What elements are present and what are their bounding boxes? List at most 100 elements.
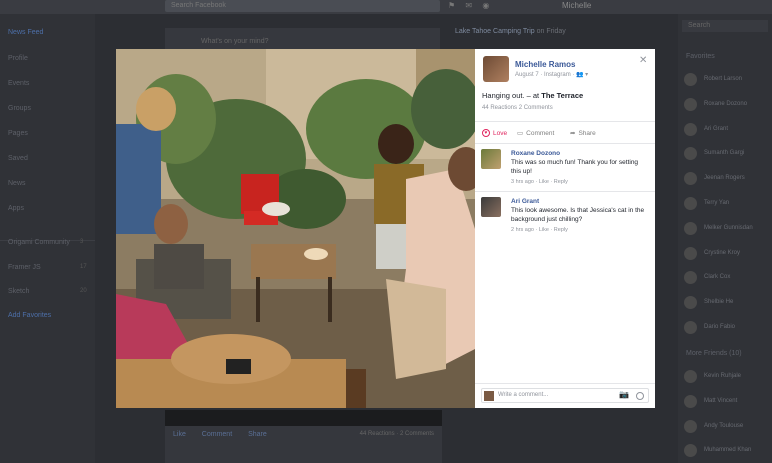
- contact-avatar: [684, 172, 697, 186]
- notification-icons[interactable]: ⚑ ✉ ◉: [448, 1, 493, 10]
- group-origami[interactable]: Origami Community: [8, 239, 70, 246]
- nav-events[interactable]: Events: [8, 80, 29, 87]
- comment-button[interactable]: ▭ Comment: [517, 129, 554, 138]
- comment-input[interactable]: Write a comment... 📷: [481, 388, 649, 403]
- contact-item[interactable]: Terry Yan: [684, 197, 770, 211]
- contact-item[interactable]: Melker Gunnisdan: [684, 221, 770, 236]
- nav-pages[interactable]: Pages: [8, 130, 28, 137]
- contact-item[interactable]: Dario Fabio: [684, 321, 770, 335]
- chat-search-input[interactable]: Search: [682, 20, 768, 32]
- location-link[interactable]: The Terrace: [541, 91, 583, 100]
- contact-name: Terry Yan: [704, 200, 730, 206]
- contact-item[interactable]: Roxane Dozono: [684, 97, 770, 112]
- contact-name: Matt Vincent: [704, 397, 738, 404]
- love-button[interactable]: ♥ Love: [482, 129, 507, 137]
- commenter-avatar[interactable]: [481, 149, 501, 169]
- divider: [475, 191, 655, 192]
- heart-icon: ♥: [482, 129, 490, 137]
- search-input[interactable]: Search Facebook: [165, 0, 440, 12]
- comment-icon: ▭: [517, 130, 524, 137]
- contact-avatar: [684, 370, 697, 383]
- like-button[interactable]: Like: [173, 431, 186, 438]
- event-title: Lake Tahoe Camping Trip: [455, 28, 535, 35]
- chat-sidebar: Search Favorites Robert Larson Roxane Doz…: [678, 14, 772, 463]
- contact-name: Dario Fabio: [704, 324, 736, 330]
- comment-text: This was so much fun! Thank you for sett…: [511, 159, 639, 175]
- author-avatar[interactable]: [483, 56, 509, 82]
- comment-item: Roxane Dozono This was so much fun! Than…: [481, 149, 649, 189]
- contact-avatar: [684, 246, 697, 260]
- contact-avatar: [684, 197, 697, 210]
- contact-name: Melker Gunnisdan: [704, 224, 753, 231]
- comment-item: Ari Grant This look awesome. Is that Jes…: [481, 197, 649, 237]
- nav-news[interactable]: News: [8, 180, 26, 187]
- share-button[interactable]: Share: [248, 431, 267, 438]
- contact-item[interactable]: Kevin Ruhjale: [684, 370, 770, 384]
- commenter-avatar[interactable]: [481, 197, 501, 217]
- contact-item[interactable]: Sumanth Gargi: [684, 147, 770, 161]
- nav-apps[interactable]: Apps: [8, 205, 24, 212]
- group-framer[interactable]: Framer JS: [8, 264, 41, 271]
- reaction-stats[interactable]: 44 Reactions 2 Comments: [482, 105, 553, 111]
- audience-icon[interactable]: 👥 ▾: [576, 72, 588, 78]
- contact-item[interactable]: Andy Toulouse: [684, 419, 770, 434]
- emoji-icon[interactable]: [636, 392, 644, 400]
- nav-news-feed[interactable]: News Feed: [8, 29, 43, 36]
- contact-name: Muhammed Khan: [704, 447, 752, 454]
- contact-avatar: [684, 73, 697, 86]
- camera-icon[interactable]: 📷: [619, 390, 629, 399]
- nav-saved[interactable]: Saved: [8, 155, 28, 162]
- add-favorites-link[interactable]: Add Favorites: [8, 312, 51, 319]
- event-suffix: on Friday: [536, 28, 566, 35]
- contact-name: Crystine Kroy: [704, 249, 741, 256]
- contact-item[interactable]: Muhammed Khan: [684, 444, 770, 458]
- share-button[interactable]: ➦ Share: [570, 129, 596, 138]
- nav-groups[interactable]: Groups: [8, 105, 31, 112]
- contact-avatar: [684, 147, 697, 161]
- favorites-heading: Favorites: [686, 53, 715, 60]
- commenter-name[interactable]: Ari Grant: [511, 198, 539, 205]
- author-name[interactable]: Michelle Ramos: [515, 60, 575, 69]
- contact-avatar: [684, 97, 697, 111]
- contact-name: Andy Toulouse: [704, 422, 744, 429]
- comment-meta[interactable]: 2 hrs ago · Like · Reply: [511, 227, 568, 233]
- comment-text: This look awesome. Is that Jessica's cat…: [511, 207, 645, 223]
- contact-item[interactable]: Ari Grant: [684, 122, 770, 137]
- comment-meta[interactable]: 3 hrs ago · Like · Reply: [511, 179, 568, 185]
- post-stats[interactable]: 44 Reactions · 2 Comments: [360, 431, 434, 437]
- contact-name: Roxane Dozono: [704, 100, 748, 107]
- status-text: Hanging out.: [482, 91, 525, 100]
- profile-link[interactable]: Michelle: [562, 1, 591, 10]
- group-count: 3: [80, 239, 84, 245]
- contact-item[interactable]: Shelbie He: [684, 296, 770, 310]
- contact-name: Ari Grant: [704, 125, 729, 132]
- post-actions: Like Comment Share: [173, 431, 281, 438]
- contact-item[interactable]: Crystine Kroy: [684, 246, 770, 261]
- contact-item[interactable]: Clark Cox: [684, 271, 770, 285]
- contact-item[interactable]: Jeenan Rogers: [684, 172, 770, 186]
- contact-avatar: [684, 321, 697, 334]
- event-reminder[interactable]: Lake Tahoe Camping Trip on Friday: [455, 28, 566, 35]
- contact-name: Sumanth Gargi: [704, 150, 745, 157]
- contact-avatar: [684, 444, 697, 458]
- group-count: 17: [80, 264, 87, 270]
- comment-placeholder: Write a comment...: [498, 392, 549, 398]
- feed-post: Like Comment Share 44 Reactions · 2 Comm…: [165, 410, 442, 463]
- divider: [475, 383, 655, 384]
- composer[interactable]: What's on your mind?: [165, 28, 440, 50]
- close-icon[interactable]: ✕: [639, 55, 647, 66]
- contact-avatar: [684, 271, 697, 285]
- comment-button[interactable]: Comment: [202, 431, 232, 438]
- nav-profile[interactable]: Profile: [8, 55, 28, 62]
- lightbox-side-panel: Michelle Ramos August 7 · Instagram · 👥 …: [475, 49, 655, 408]
- share-label: Share: [578, 129, 596, 137]
- commenter-name[interactable]: Roxane Dozono: [511, 150, 560, 157]
- contact-item[interactable]: Matt Vincent: [684, 394, 770, 409]
- left-nav: News Feed Profile Events Groups Pages Sa…: [0, 14, 95, 463]
- contact-item[interactable]: Robert Larson: [684, 73, 770, 87]
- status-at: – at: [524, 91, 542, 100]
- post-meta-text: August 7 · Instagram ·: [515, 72, 577, 78]
- group-sketch[interactable]: Sketch: [8, 288, 29, 295]
- contact-avatar: [684, 419, 697, 433]
- contact-avatar: [684, 221, 697, 235]
